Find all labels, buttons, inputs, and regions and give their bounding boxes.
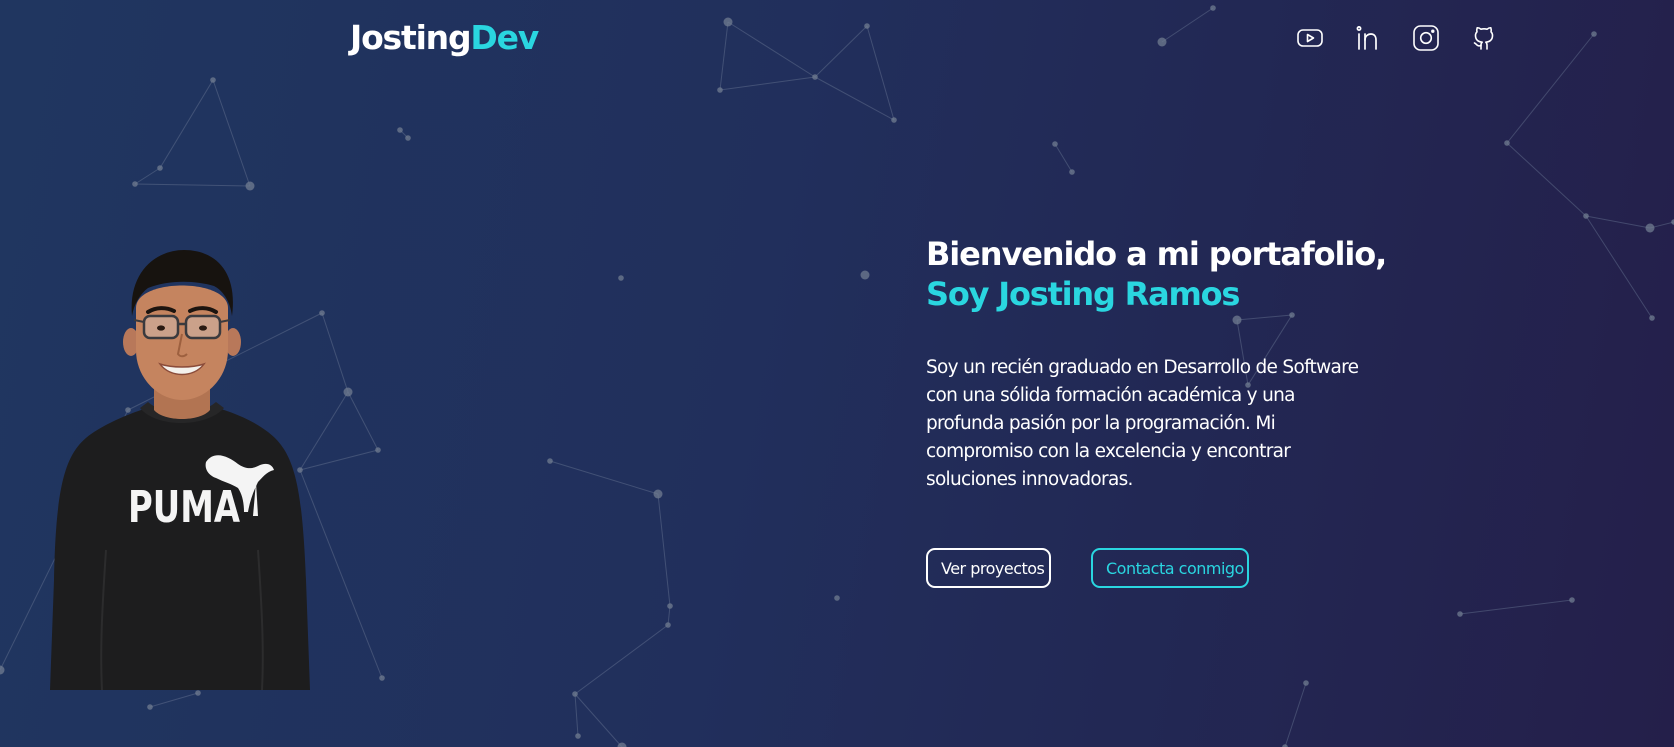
linkedin-icon[interactable] [1354,24,1382,52]
network-line [1459,599,1573,615]
network-line [814,25,868,78]
hero-section: Bienvenido a mi portafolio, Soy Josting … [926,234,1396,494]
network-dot [245,181,255,191]
network-dot [397,127,403,133]
profile-photo: PUMA [50,250,310,690]
network-dot [1569,597,1575,603]
hero-bio: Soy un recién graduado en Desarrollo de … [926,354,1386,494]
network-line [1054,143,1073,173]
network-line [719,21,729,91]
network-line [866,25,895,121]
network-dot [375,447,381,453]
network-dot [132,181,138,187]
network-line [719,76,816,91]
network-dot [665,622,671,628]
network-dot [1457,611,1463,617]
network-dot [1069,169,1075,175]
network-line [347,391,379,451]
logo-main-text: Josting [350,18,472,57]
network-dot [343,387,353,397]
network-dot [1052,141,1058,147]
network-dot [723,17,733,27]
network-dot [405,135,411,141]
network-line [667,605,671,626]
network-dot [147,704,153,710]
shirt-brand-text: PUMA [128,482,240,533]
page: JostingDev PUMA Bienvenido a mi portafol… [0,0,1674,747]
contact-me-button[interactable]: Contacta conmigo [1091,548,1249,588]
hero-name: Soy Josting Ramos [926,275,1240,313]
network-dot [834,595,840,601]
network-line [321,312,349,393]
network-dot [618,275,624,281]
network-line [1161,7,1214,43]
network-dot [157,165,163,171]
network-dot [1157,37,1167,47]
bio-line: Soy un recién graduado en Desarrollo de … [926,357,1359,378]
bio-line: con una sólida formación académica y una [926,385,1296,406]
network-line [574,693,623,747]
network-dot [864,23,870,29]
network-dot [667,603,673,609]
network-dot [717,87,723,93]
bio-line: soluciones innovadoras. [926,469,1133,490]
network-line [549,460,659,495]
network-dot [572,691,578,697]
network-dot [210,77,216,83]
logo[interactable]: JostingDev [350,18,539,57]
network-line [1585,215,1653,319]
hero-buttons: Ver proyectos Contacta conmigo [926,548,1249,588]
network-dot [379,675,385,681]
network-dot [1591,31,1597,37]
network-dot [319,310,325,316]
network-line [814,76,895,121]
github-icon[interactable] [1470,24,1498,52]
network-dot [653,489,663,499]
network-line [657,493,671,607]
network-dot [195,690,201,696]
social-links [1296,24,1498,52]
network-line [1506,142,1587,217]
bio-line: profunda pasión por la programación. Mi [926,413,1276,434]
network-dot [0,665,5,675]
network-line [1506,33,1595,144]
network-line [134,167,161,185]
instagram-icon[interactable] [1412,24,1440,52]
network-dot [1645,223,1655,233]
network-dot [547,458,553,464]
network-line [134,183,251,187]
network-line [149,692,199,708]
network-dot [1303,680,1309,686]
network-line [727,21,816,78]
network-dot [1210,5,1216,11]
network-line [1585,215,1651,229]
hero-greeting: Bienvenido a mi portafolio, [926,235,1387,273]
network-line [159,79,214,169]
network-dot [575,733,581,739]
network-line [574,624,669,695]
network-dot [1649,315,1655,321]
bio-line: compromiso con la excelencia y encontrar [926,441,1291,462]
youtube-icon[interactable] [1296,24,1324,52]
network-dot [812,74,818,80]
network-line [212,79,251,187]
view-projects-button[interactable]: Ver proyectos [926,548,1051,588]
network-dot [1583,213,1589,219]
network-dot [1504,140,1510,146]
network-dot [891,117,897,123]
logo-accent-text: Dev [470,18,539,57]
network-line [574,693,579,737]
network-dot [860,270,870,280]
network-line [1284,682,1307,747]
